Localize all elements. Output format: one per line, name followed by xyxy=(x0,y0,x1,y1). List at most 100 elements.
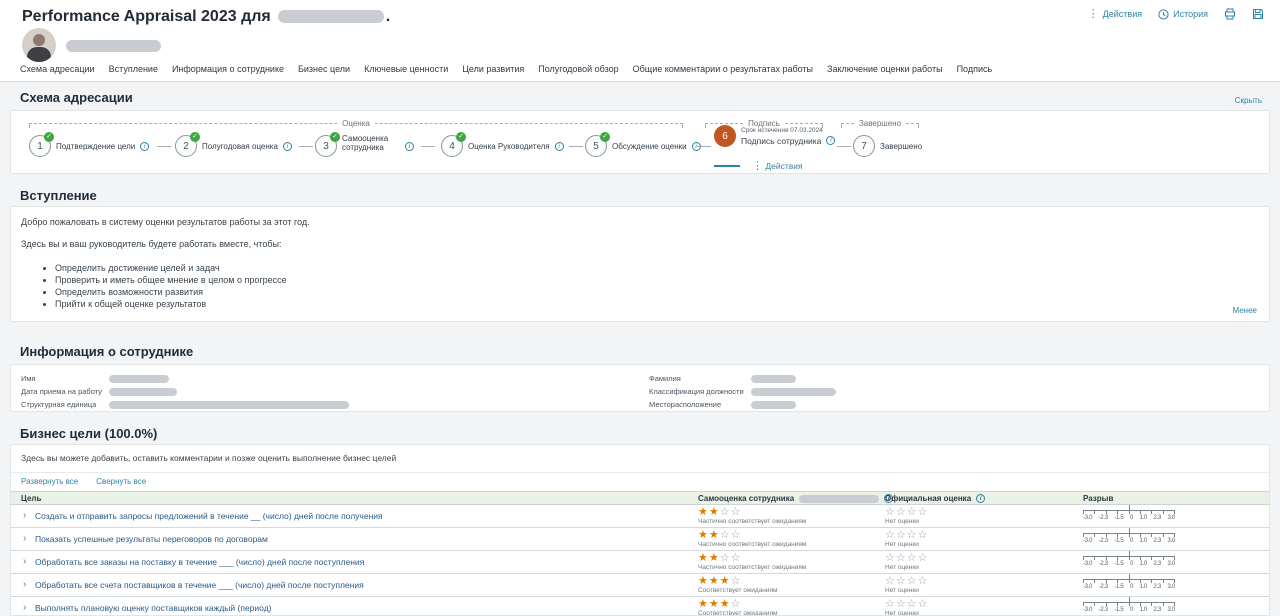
column-header-official-rating: Официальная оценка i xyxy=(885,494,985,503)
star-filled-icon: ★ xyxy=(698,575,709,587)
star-empty-icon: ☆ xyxy=(720,552,731,564)
step-5-rating-discussion: 5 ✓ Обсуждение оценки i xyxy=(585,135,701,157)
gap-scale-label: 0 xyxy=(1130,538,1133,544)
gap-ruler: -3.0-2.3-1.501.02.33.0 xyxy=(1083,579,1175,590)
gap-scale-label: -3.0 xyxy=(1083,584,1092,590)
field-location: Месторасположение xyxy=(649,399,836,410)
gap-scale-label: 3.0 xyxy=(1167,584,1174,590)
tab-9[interactable]: Заключение оценки работы xyxy=(827,64,943,74)
goal-title-link[interactable]: Обработать все счета поставщиков в течен… xyxy=(35,580,364,590)
info-icon[interactable]: i xyxy=(283,142,292,151)
step-connector xyxy=(837,146,851,147)
column-header-label: Официальная оценка xyxy=(885,494,971,503)
goals-table-body: › Создать и отправить запросы предложени… xyxy=(11,505,1270,616)
star-empty-icon: ☆ xyxy=(896,529,907,541)
tab-2[interactable]: Вступление xyxy=(109,64,158,74)
tab-5[interactable]: Ключевые ценности xyxy=(364,64,448,74)
star-empty-icon: ☆ xyxy=(896,506,907,518)
info-icon[interactable]: i xyxy=(555,142,564,151)
goal-row: › Выполнять плановую оценку поставщиков … xyxy=(11,597,1270,616)
step-1-goal-confirmation: 1 ✓ Подтверждение цели i xyxy=(29,135,149,157)
star-empty-icon: ☆ xyxy=(731,598,742,610)
routing-section-title: Схема адресации xyxy=(20,90,133,105)
printer-icon xyxy=(1224,8,1236,20)
expand-chevron-icon[interactable]: › xyxy=(23,510,26,521)
official-stars: ☆☆☆☆ xyxy=(885,551,929,565)
info-icon[interactable]: i xyxy=(976,494,985,503)
step-3-self-assessment: 3 ✓ Самооценка сотрудника i xyxy=(315,129,414,157)
gap-scale-ticks xyxy=(1083,510,1175,514)
intro-section-title: Вступление xyxy=(20,188,97,203)
star-empty-icon: ☆ xyxy=(896,575,907,587)
expand-chevron-icon[interactable]: › xyxy=(23,602,26,613)
step-7-circle: 7 xyxy=(853,135,875,157)
goal-title-link[interactable]: Выполнять плановую оценку поставщиков ка… xyxy=(35,603,271,613)
tab-8[interactable]: Общие комментарии о результатах работы xyxy=(633,64,813,74)
actions-button[interactable]: ⋮ Действия xyxy=(1088,9,1142,19)
goal-title-link[interactable]: Обработать все заказы на поставку в тече… xyxy=(35,557,364,567)
expand-chevron-icon[interactable]: › xyxy=(23,579,26,590)
employee-avatar[interactable] xyxy=(22,28,56,62)
info-icon[interactable]: i xyxy=(826,136,835,145)
gap-scale-label: -2.3 xyxy=(1099,607,1108,613)
goal-row: › Обработать все заказы на поставку в те… xyxy=(11,551,1270,574)
check-icon: ✓ xyxy=(330,132,340,142)
info-icon[interactable]: i xyxy=(405,142,414,151)
step-number: 2 xyxy=(183,141,189,152)
intro-bullet: Определить возможности развития xyxy=(55,287,287,297)
tab-10[interactable]: Подпись xyxy=(957,64,993,74)
gap-scale-label: -2.3 xyxy=(1099,515,1108,521)
redacted-avatar-name xyxy=(66,40,161,52)
less-link[interactable]: Менее xyxy=(1232,306,1257,315)
tab-7[interactable]: Полугодовой обзор xyxy=(538,64,618,74)
self-rating-text: Частично соответствует ожиданиям xyxy=(698,518,806,525)
employee-info-right-column: Фамилия Классификация должности Месторас… xyxy=(649,373,836,412)
star-empty-icon: ☆ xyxy=(907,506,918,518)
step-label: Полугодовая оценка xyxy=(202,142,278,151)
hide-link[interactable]: Скрыть xyxy=(1235,96,1262,105)
goal-title-link[interactable]: Создать и отправить запросы предложений … xyxy=(35,511,383,521)
gap-ruler: -3.0-2.3-1.501.02.33.0 xyxy=(1083,533,1175,544)
step-number: 4 xyxy=(449,141,455,152)
tab-1[interactable]: Схема адресации xyxy=(20,64,95,74)
step-connector xyxy=(569,146,583,147)
star-empty-icon: ☆ xyxy=(731,552,742,564)
star-filled-icon: ★ xyxy=(720,575,731,587)
official-stars: ☆☆☆☆ xyxy=(885,597,929,611)
star-filled-icon: ★ xyxy=(698,506,709,518)
step-connector xyxy=(697,146,711,147)
save-button[interactable] xyxy=(1252,8,1264,20)
expand-chevron-icon[interactable]: › xyxy=(23,533,26,544)
gap-scale-label: -3.0 xyxy=(1083,607,1092,613)
step-4-circle: 4 ✓ xyxy=(441,135,463,157)
tab-3[interactable]: Информация о сотруднике xyxy=(172,64,284,74)
tab-4[interactable]: Бизнес цели xyxy=(298,64,350,74)
gap-scale-label: -1.5 xyxy=(1114,561,1123,567)
expand-chevron-icon[interactable]: › xyxy=(23,556,26,567)
step-6-signature-link[interactable]: Подпись сотрудника xyxy=(741,136,821,146)
expand-all-link[interactable]: Развернуть все xyxy=(21,477,78,486)
star-empty-icon: ☆ xyxy=(907,529,918,541)
step-connector xyxy=(157,146,171,147)
star-empty-icon: ☆ xyxy=(918,552,929,564)
collapse-all-link[interactable]: Свернуть все xyxy=(96,477,146,486)
goal-title-link[interactable]: Показать успешные результаты переговоров… xyxy=(35,534,268,544)
step-actions-label: Действия xyxy=(765,161,802,171)
self-stars: ★★★☆ xyxy=(698,597,742,611)
self-stars: ★★☆☆ xyxy=(698,551,742,565)
step-actions-button[interactable]: ⋮ Действия xyxy=(752,161,803,171)
gap-scale-label: -1.5 xyxy=(1114,607,1123,613)
step-3-circle: 3 ✓ xyxy=(315,135,337,157)
star-filled-icon: ★ xyxy=(698,529,709,541)
field-last-name: Фамилия xyxy=(649,373,836,384)
gap-scale-label: -3.0 xyxy=(1083,515,1092,521)
field-label: Структурная единица xyxy=(21,400,109,409)
print-button[interactable] xyxy=(1224,8,1236,20)
history-button[interactable]: История xyxy=(1158,9,1208,20)
star-empty-icon: ☆ xyxy=(907,598,918,610)
tab-6[interactable]: Цели развития xyxy=(462,64,524,74)
star-empty-icon: ☆ xyxy=(907,552,918,564)
info-icon[interactable]: i xyxy=(140,142,149,151)
star-empty-icon: ☆ xyxy=(885,529,896,541)
star-empty-icon: ☆ xyxy=(720,506,731,518)
